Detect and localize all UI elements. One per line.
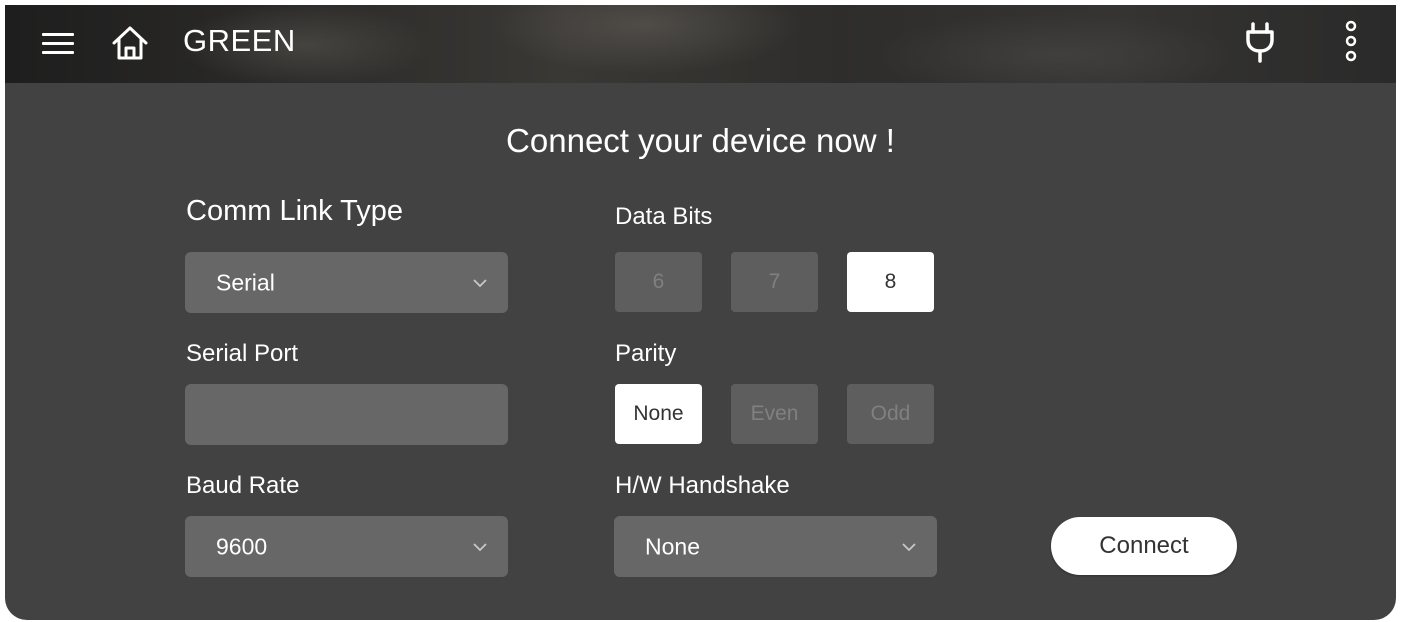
data-bits-label: Data Bits xyxy=(615,203,713,230)
menu-icon[interactable] xyxy=(42,33,74,55)
baud-rate-label: Baud Rate xyxy=(186,472,300,499)
baud-rate-select[interactable]: 9600 xyxy=(185,516,508,577)
hw-handshake-value: None xyxy=(645,533,700,559)
comm-link-type-label: Comm Link Type xyxy=(186,195,404,227)
app-window: GREEN Connect your device now ! Comm Lin… xyxy=(5,5,1396,620)
plug-icon[interactable] xyxy=(1242,20,1278,64)
parity-option-none[interactable]: None xyxy=(615,384,702,444)
app-title: GREEN xyxy=(183,23,296,58)
more-vert-icon[interactable] xyxy=(1339,19,1363,65)
comm-link-type-select[interactable]: Serial xyxy=(185,252,508,313)
data-bits-option-6[interactable]: 6 xyxy=(615,252,702,312)
serial-port-input[interactable] xyxy=(185,384,508,445)
chevron-down-icon xyxy=(473,542,487,551)
data-bits-option-7[interactable]: 7 xyxy=(731,252,818,312)
data-bits-option-8[interactable]: 8 xyxy=(847,252,934,312)
hw-handshake-select[interactable]: None xyxy=(614,516,937,577)
parity-option-odd[interactable]: Odd xyxy=(847,384,934,444)
chevron-down-icon xyxy=(473,278,487,287)
parity-label: Parity xyxy=(615,340,677,367)
baud-rate-value: 9600 xyxy=(216,533,268,559)
connect-button[interactable]: Connect xyxy=(1051,517,1237,575)
app-bar: GREEN xyxy=(5,5,1396,83)
page-heading: Connect your device now ! xyxy=(506,122,895,159)
chevron-down-icon xyxy=(902,542,916,551)
home-icon[interactable] xyxy=(110,23,150,63)
parity-option-even[interactable]: Even xyxy=(731,384,818,444)
serial-port-label: Serial Port xyxy=(186,340,299,367)
hw-handshake-label: H/W Handshake xyxy=(615,472,790,499)
comm-link-type-value: Serial xyxy=(216,269,275,295)
